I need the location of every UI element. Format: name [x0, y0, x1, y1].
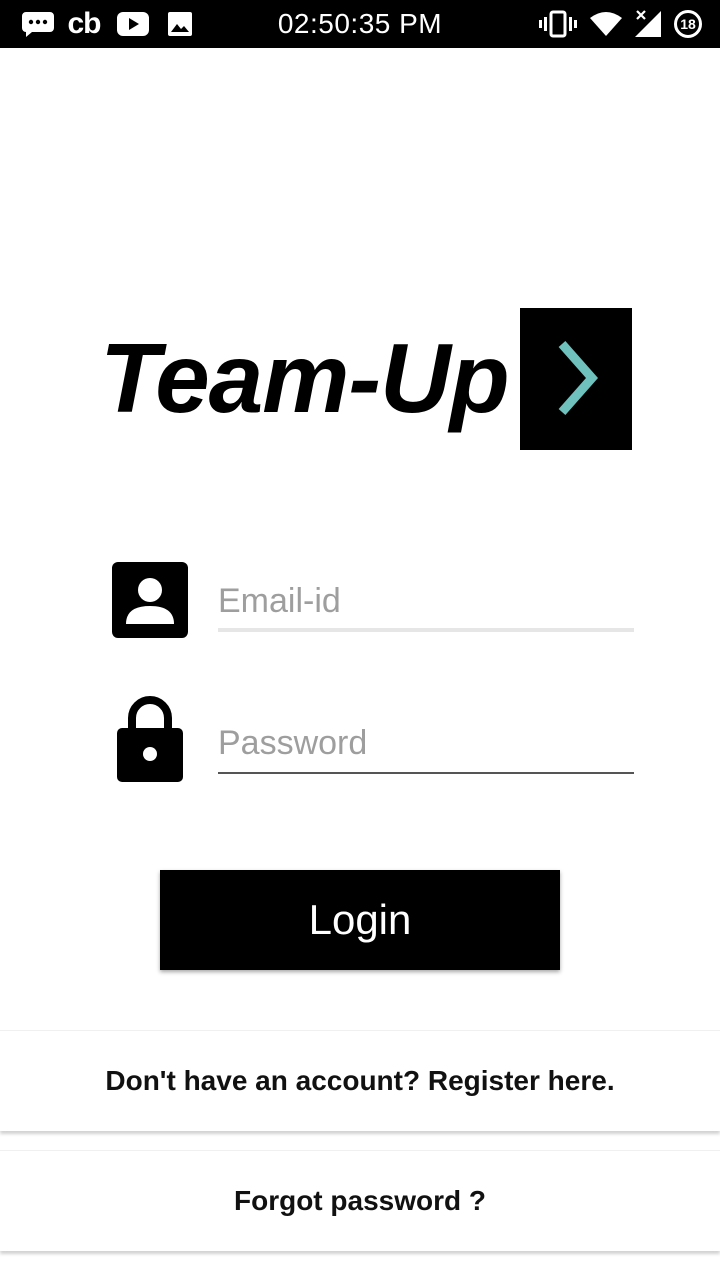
account-box-icon	[112, 562, 188, 638]
email-underline	[218, 628, 634, 632]
forgot-password-label: Forgot password ?	[234, 1185, 486, 1216]
wifi-icon	[588, 8, 624, 40]
battery-level: 18	[674, 10, 702, 38]
signal-icon	[632, 8, 664, 40]
login-button[interactable]: Login	[160, 870, 560, 970]
password-input[interactable]	[218, 714, 634, 772]
login-screen: cb 02:50:35 PM 18 Team-Up Email-id Login…	[0, 0, 720, 1280]
lock-icon	[112, 694, 188, 784]
status-bar: cb 02:50:35 PM 18	[0, 0, 720, 48]
forgot-password-link[interactable]: Forgot password ?	[0, 1150, 720, 1251]
logo-box	[520, 308, 632, 450]
vibrate-icon	[538, 8, 578, 40]
chevron-right-icon	[558, 341, 599, 415]
email-field[interactable]	[218, 572, 634, 632]
register-link-label: Don't have an account? Register here.	[105, 1065, 615, 1096]
password-field[interactable]	[218, 714, 634, 774]
password-underline	[218, 772, 634, 774]
register-link[interactable]: Don't have an account? Register here.	[0, 1030, 720, 1131]
battery-icon: 18	[672, 8, 704, 40]
app-title: Team-Up	[100, 323, 510, 433]
email-input[interactable]	[218, 572, 634, 630]
